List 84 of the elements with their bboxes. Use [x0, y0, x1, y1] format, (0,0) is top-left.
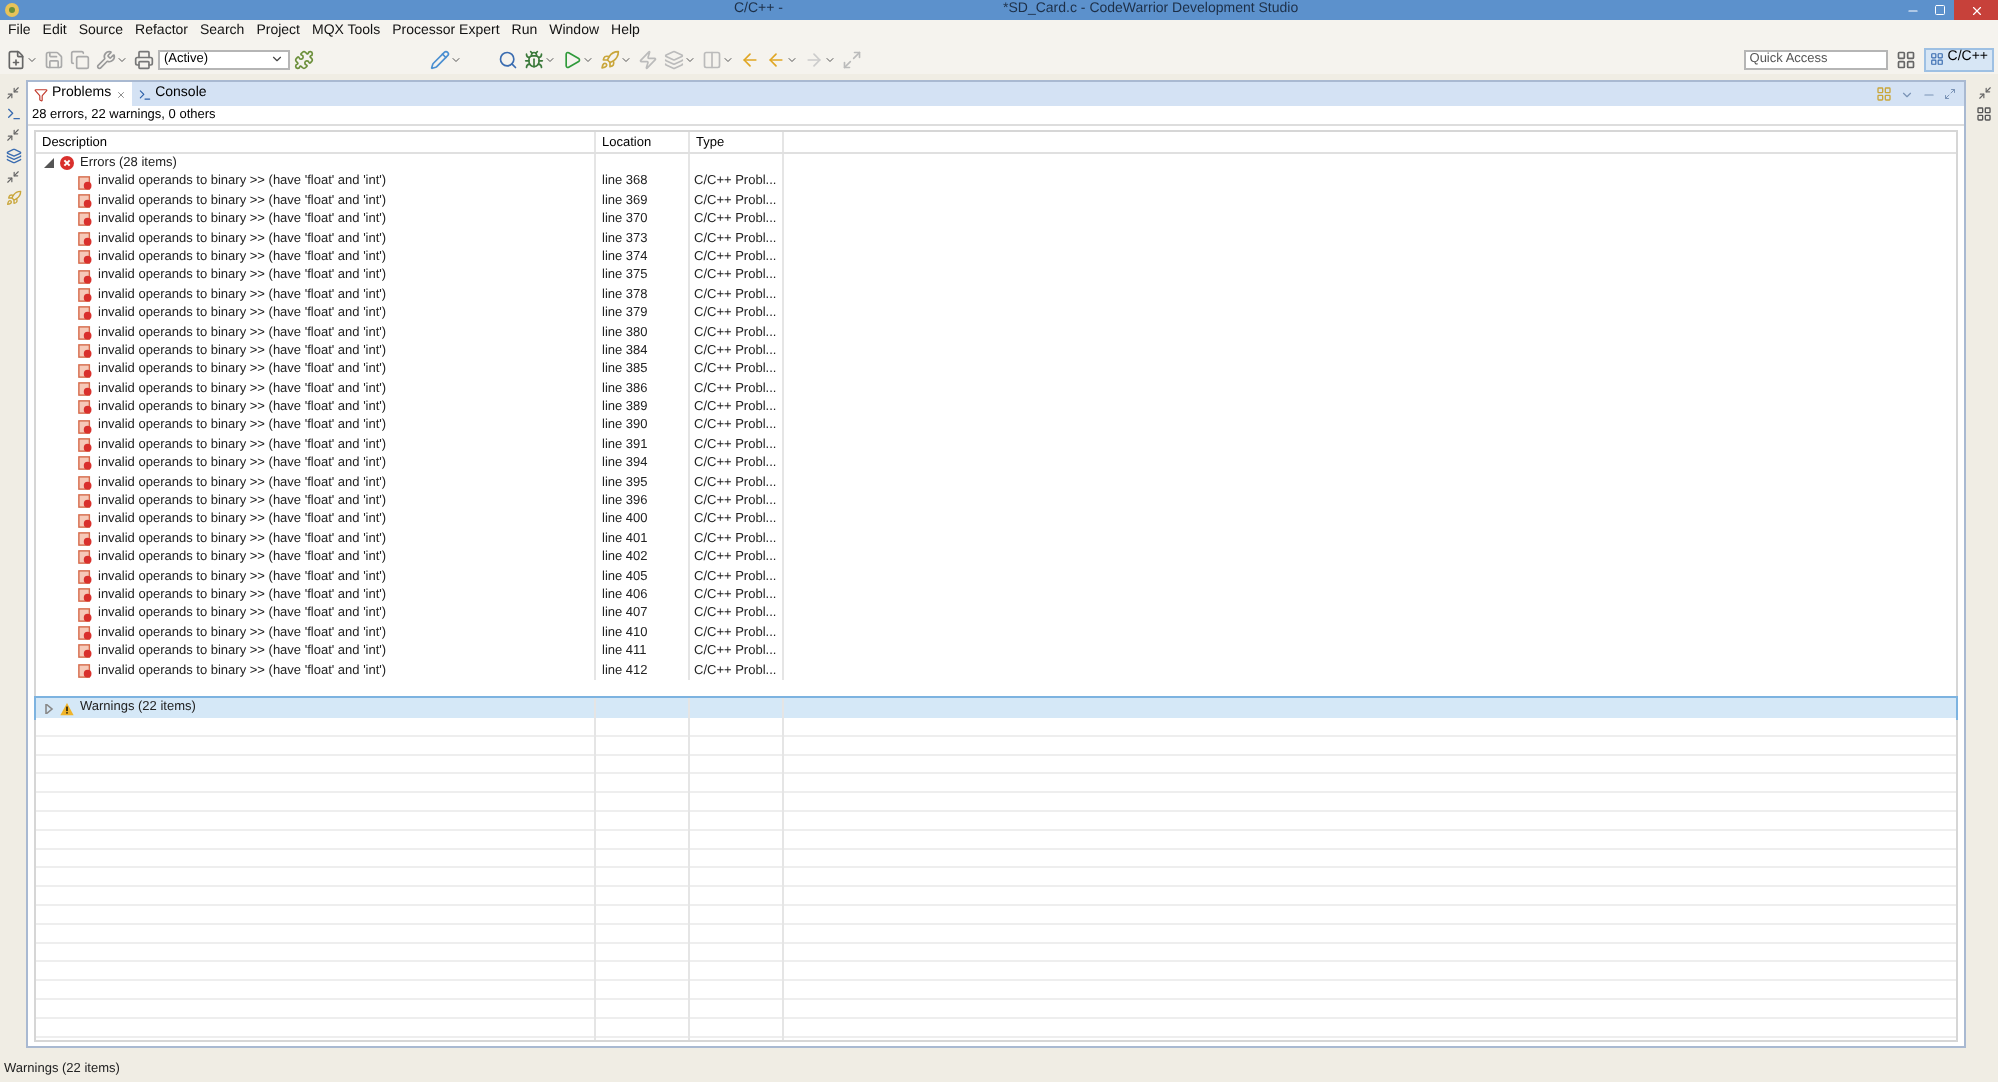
restore-icon[interactable]: [6, 170, 20, 184]
error-marker-icon: [78, 513, 92, 528]
error-marker-icon: [78, 494, 92, 509]
error-marker-icon: [78, 175, 92, 190]
view-icon[interactable]: [1976, 106, 1992, 122]
caret-icon: [824, 53, 836, 65]
error-marker-icon: [78, 644, 92, 659]
console-icon: [137, 87, 152, 101]
previous-icon: [766, 49, 786, 69]
toolbar-button[interactable]: [1893, 47, 1918, 71]
dropdown-icon[interactable]: [1900, 87, 1914, 101]
error-marker-icon: [78, 325, 92, 340]
close-icon: [1969, 3, 1983, 17]
collapsed-icon[interactable]: [44, 703, 54, 714]
caret-icon: [786, 53, 798, 65]
build-icon: [96, 49, 116, 69]
toolbar-button[interactable]: [598, 47, 634, 71]
search-icon: [498, 49, 518, 69]
caret-icon: [450, 53, 462, 65]
error-marker-icon: [78, 588, 92, 603]
caret-icon: [26, 53, 38, 65]
run-icon: [562, 49, 582, 69]
error-marker-icon: [78, 475, 92, 490]
toolbar-button[interactable]: [522, 47, 558, 71]
toolbar-button[interactable]: [560, 47, 596, 71]
toolbar-button[interactable]: [94, 47, 130, 71]
error-marker-icon: [78, 231, 92, 246]
plugin-icon: [294, 49, 314, 69]
error-marker-icon: [78, 306, 92, 321]
caret-icon: [684, 53, 696, 65]
error-icon: [60, 156, 74, 171]
back-icon: [740, 49, 760, 69]
close-button[interactable]: [1954, 0, 1998, 20]
error-marker-icon: [78, 287, 92, 302]
error-marker-icon: [78, 381, 92, 396]
error-marker-icon: [78, 550, 92, 565]
error-marker-icon: [78, 400, 92, 415]
forward-icon: [804, 49, 824, 69]
error-marker-icon: [78, 250, 92, 265]
caret-icon: [116, 53, 128, 65]
problems-icon: [34, 87, 48, 101]
view-menu-icon[interactable]: [1876, 86, 1892, 102]
maximize-icon: [1934, 4, 1946, 16]
restore-icon[interactable]: [6, 86, 20, 100]
launch-icon[interactable]: [5, 190, 21, 206]
toolbar-button[interactable]: [132, 47, 156, 71]
error-marker-icon: [78, 344, 92, 359]
error-marker-icon: [78, 193, 92, 208]
caret-icon: [722, 53, 734, 65]
error-marker-icon: [78, 212, 92, 227]
save-all-icon: [70, 49, 90, 69]
debug-icon: [524, 49, 544, 69]
error-marker-icon: [78, 607, 92, 622]
error-marker-icon: [78, 625, 92, 640]
print-icon: [134, 49, 154, 69]
warning-icon: [60, 701, 74, 716]
caret-icon: [620, 53, 632, 65]
error-marker-icon: [78, 532, 92, 547]
toolbar-button[interactable]: [292, 47, 316, 71]
toolbar-button[interactable]: [428, 47, 464, 71]
error-marker-icon: [78, 456, 92, 471]
restore-icon[interactable]: [1977, 86, 1991, 100]
layers-icon: [664, 49, 684, 69]
save-icon: [44, 49, 64, 69]
app-icon: [4, 2, 20, 18]
perspective-icon: [1929, 52, 1944, 66]
toolbar-button[interactable]: [4, 47, 40, 71]
error-marker-icon: [78, 419, 92, 434]
open-perspective-icon: [1895, 49, 1916, 69]
expanded-icon[interactable]: [44, 158, 54, 169]
flash-icon: [638, 49, 658, 69]
error-marker-icon: [78, 663, 92, 678]
error-marker-icon: [78, 569, 92, 584]
pen-icon: [430, 49, 450, 69]
caret-icon: [544, 53, 556, 65]
error-marker-icon: [78, 269, 92, 284]
view-icon[interactable]: [5, 106, 21, 122]
restore-icon[interactable]: [6, 128, 20, 142]
launch-icon: [600, 49, 620, 69]
error-marker-icon: [78, 363, 92, 377]
new-file-icon: [6, 49, 26, 69]
error-marker-icon: [78, 438, 92, 453]
caret-icon: [582, 53, 594, 65]
toolbar-button[interactable]: [496, 47, 520, 71]
